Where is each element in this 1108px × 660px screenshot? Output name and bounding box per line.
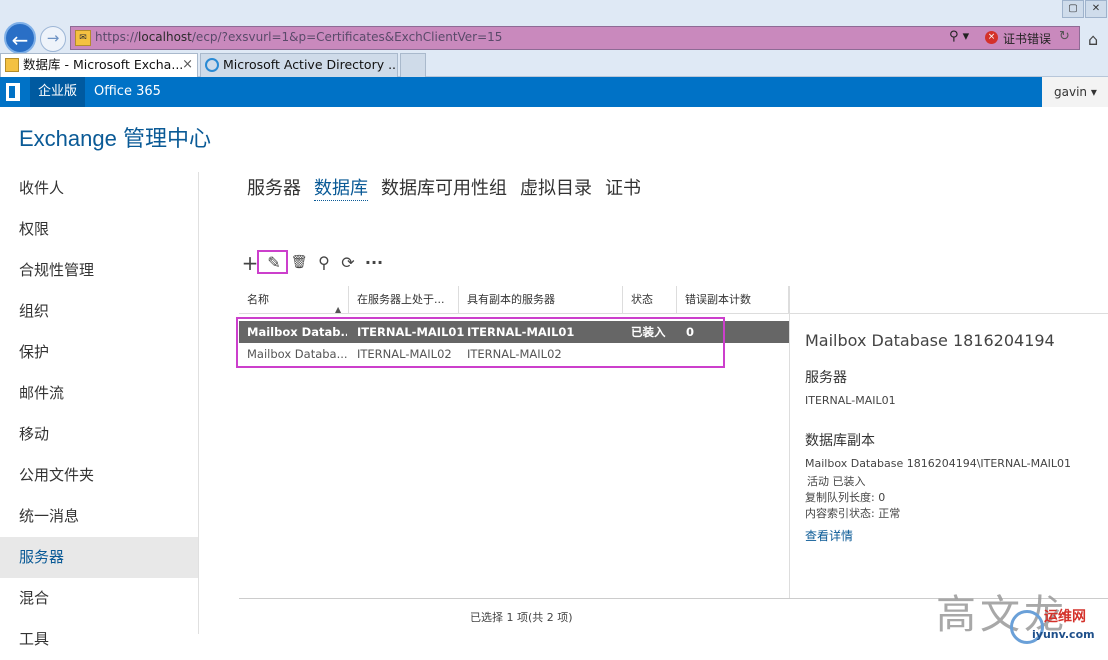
column-header-server[interactable]: 在服务器上处于...	[349, 286, 459, 314]
sidebar-item-9[interactable]: 服务器	[0, 537, 198, 578]
home-icon[interactable]: ⌂	[1088, 30, 1098, 49]
more-icon[interactable]: ···	[364, 252, 384, 274]
copy-line-4: 内容索引状态: 正常	[805, 507, 901, 520]
nav-divider	[198, 172, 199, 634]
page-tabs: 服务器 数据库 数据库可用性组 虚拟目录 证书	[247, 174, 654, 201]
refresh-icon[interactable]: ⟳	[338, 252, 358, 274]
column-header-bad-copy-count[interactable]: 错误副本计数	[677, 286, 789, 314]
ie-icon	[205, 58, 219, 72]
url-text[interactable]: https://localhost/ecp/?exsvurl=1&p=Certi…	[95, 30, 502, 44]
close-tab-icon[interactable]: ×	[182, 54, 193, 76]
sidebar-item-4[interactable]: 保护	[0, 332, 198, 373]
cert-error-label[interactable]: 证书错误	[1003, 30, 1051, 47]
grid-header: 名称 ▲ 在服务器上处于... 具有副本的服务器 状态 错误副本计数	[239, 286, 789, 314]
office-logo-icon[interactable]	[6, 83, 20, 101]
office365-link[interactable]: Office 365	[94, 77, 161, 107]
edit-highlight-box	[257, 250, 288, 274]
server-heading: 服务器	[805, 370, 847, 386]
tab-1[interactable]: 数据库	[314, 174, 368, 201]
back-button[interactable]: ←	[4, 22, 36, 54]
o365-bar: 企业版 Office 365 gavin ▾	[0, 77, 1108, 107]
tab-4[interactable]: 证书	[605, 174, 641, 200]
sidebar-item-5[interactable]: 邮件流	[0, 373, 198, 414]
close-window-button[interactable]: ✕	[1085, 0, 1107, 18]
sidebar-item-1[interactable]: 权限	[0, 209, 198, 250]
new-tab-button[interactable]	[400, 53, 426, 77]
view-details-link[interactable]: 查看详情	[805, 527, 853, 544]
copies-heading: 数据库副本	[805, 433, 875, 449]
search-dropdown-icon[interactable]: ⚲ ▾	[949, 29, 969, 44]
copy-line-3: 复制队列长度: 0	[805, 491, 886, 504]
details-title: Mailbox Database 1816204194	[805, 331, 1055, 350]
browser-chrome: ▢ ✕ ← → ✉ https://localhost/ecp/?exsvurl…	[0, 0, 1108, 77]
browser-tab-ad[interactable]: Microsoft Active Directory ...	[200, 53, 398, 77]
sidebar-item-10[interactable]: 混合	[0, 578, 198, 619]
browser-tab-active[interactable]: 数据库 - Microsoft Excha... ×	[0, 53, 198, 77]
watermark-brand: 运维网	[1044, 609, 1086, 625]
sidebar-item-2[interactable]: 合规性管理	[0, 250, 198, 291]
refresh-page-icon[interactable]: ↻	[1059, 29, 1070, 44]
sidebar-item-7[interactable]: 公用文件夹	[0, 455, 198, 496]
site-favicon: ✉	[75, 30, 91, 46]
watermark-domain: iyunv.com	[1032, 628, 1095, 641]
selection-status: 已选择 1 项(共 2 项)	[470, 611, 573, 624]
cert-error-icon: ×	[985, 31, 998, 44]
edition-link[interactable]: 企业版	[30, 77, 86, 107]
mail-icon	[5, 58, 19, 72]
server-value: ITERNAL-MAIL01	[805, 394, 896, 407]
column-header-name[interactable]: 名称 ▲	[239, 286, 349, 314]
left-nav: 收件人 权限 合规性管理 组织 保护 邮件流 移动 公用文件夹 统一消息 服务器 混合 工具	[0, 168, 198, 660]
details-pane: Mailbox Database 1816204194 服务器 ITERNAL-…	[789, 286, 1108, 598]
details-header	[790, 286, 1108, 314]
selection-highlight-box	[236, 317, 725, 368]
delete-icon[interactable]: 🗑	[289, 252, 309, 274]
forward-button[interactable]: →	[40, 26, 66, 52]
tab-0[interactable]: 服务器	[247, 174, 301, 200]
tab-2[interactable]: 数据库可用性组	[381, 174, 507, 200]
arrow-left-icon: ←	[11, 28, 29, 52]
search-icon[interactable]: ⚲	[314, 252, 334, 274]
watermark-logo: 运维网 iyunv.com	[1010, 604, 1104, 646]
sidebar-item-6[interactable]: 移动	[0, 414, 198, 455]
sidebar-item-11[interactable]: 工具	[0, 619, 198, 660]
page-title: Exchange 管理中心	[19, 126, 211, 151]
sidebar-item-0[interactable]: 收件人	[0, 168, 198, 209]
sidebar-item-8[interactable]: 统一消息	[0, 496, 198, 537]
arrow-right-icon: →	[46, 29, 60, 47]
user-menu[interactable]: gavin ▾	[1042, 77, 1108, 107]
column-header-copies[interactable]: 具有副本的服务器	[459, 286, 623, 314]
restore-button[interactable]: ▢	[1062, 0, 1084, 18]
copy-line-2: 活动 已装入	[807, 475, 866, 488]
tab-3[interactable]: 虚拟目录	[520, 174, 592, 200]
sidebar-item-3[interactable]: 组织	[0, 291, 198, 332]
column-header-status[interactable]: 状态	[623, 286, 677, 314]
address-bar[interactable]: ✉ https://localhost/ecp/?exsvurl=1&p=Cer…	[70, 26, 1080, 50]
copy-line-1: Mailbox Database 1816204194\ITERNAL-MAIL…	[805, 457, 1071, 470]
